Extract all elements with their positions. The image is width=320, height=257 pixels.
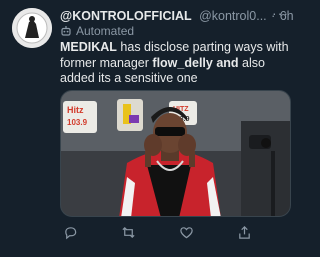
mention-flow-delly: flow_delly <box>152 55 213 70</box>
retweet-button[interactable] <box>118 223 138 241</box>
bot-icon <box>61 26 71 36</box>
retweet-icon <box>122 226 135 238</box>
tweet-header: @KONTROLOFFICIAL @kontrol0... · 6h <box>60 7 296 23</box>
mention-medikal: MEDIKAL <box>60 40 117 54</box>
avatar[interactable] <box>12 8 52 48</box>
handle[interactable]: @kontrol0... <box>199 9 267 23</box>
more-icon[interactable]: ··· <box>272 6 296 20</box>
share-icon <box>239 225 251 239</box>
like-icon <box>180 226 193 238</box>
automated-label: Automated <box>60 24 134 38</box>
like-button[interactable] <box>177 223 197 241</box>
text-bold-and: and <box>216 55 239 70</box>
tweet-text: MEDIKAL has disclose parting ways with f… <box>60 40 292 87</box>
reply-button[interactable] <box>60 223 80 241</box>
reply-icon <box>64 226 76 239</box>
sign-left-sub: 103.9 <box>67 118 88 127</box>
tweet-actions <box>60 223 291 241</box>
tweet-card[interactable]: @KONTROLOFFICIAL @kontrol0... · 6h ··· A… <box>0 0 300 257</box>
tweet-media-image[interactable]: Hitz 103.9 HITZ 103.9 <box>60 90 291 217</box>
share-button[interactable] <box>235 223 255 241</box>
display-name[interactable]: @KONTROLOFFICIAL <box>60 9 192 23</box>
sign-left-text: Hitz <box>67 105 84 115</box>
automated-text: Automated <box>76 24 135 38</box>
